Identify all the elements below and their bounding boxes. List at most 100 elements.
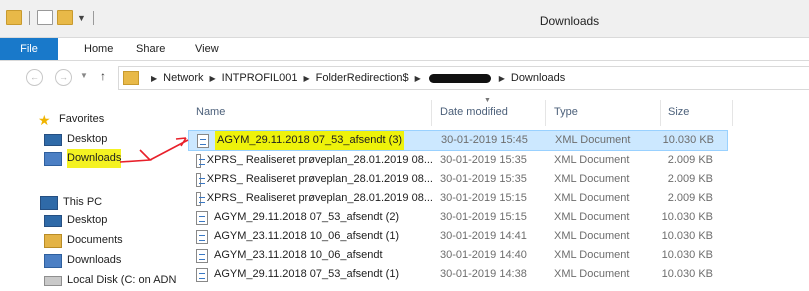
breadcrumb-network[interactable]: Network (163, 72, 203, 84)
file-date: 30-01-2019 14:40 (440, 249, 527, 261)
column-divider[interactable] (660, 100, 661, 126)
xml-file-icon (196, 153, 205, 168)
nav-pc-downloads[interactable]: Downloads (44, 251, 121, 270)
file-date: 30-01-2019 15:15 (440, 192, 527, 204)
file-name-cell: AGYM_29.11.2018 07_53_afsendt (2) (188, 208, 433, 227)
file-name-cell: XPRS_ Realiseret prøveplan_28.01.2019 08… (188, 189, 433, 208)
file-size: 10.030 KB (661, 230, 713, 242)
xml-file-icon (196, 172, 205, 187)
xml-file-icon (196, 248, 208, 263)
column-header-date[interactable]: Date modified (440, 97, 508, 127)
file-date: 30-01-2019 15:15 (440, 211, 527, 223)
file-size: 10.030 KB (661, 249, 713, 261)
file-size: 2.009 KB (667, 173, 713, 185)
file-date: 30-01-2019 15:35 (440, 173, 527, 185)
nav-downloads[interactable]: Downloads (44, 149, 122, 168)
column-header-size[interactable]: Size (668, 97, 689, 127)
xml-file-icon (196, 191, 205, 206)
breadcrumb-separator-icon[interactable]: ▶ (151, 74, 157, 83)
xml-file-icon (196, 267, 208, 282)
address-row: ← → ▼ ↑ ▶ Network ▶ INTPROFIL001 ▶ Folde… (0, 62, 809, 92)
nav-pc-desktop[interactable]: Desktop (44, 211, 107, 230)
drive-icon (44, 275, 62, 286)
file-row[interactable]: AGYM_23.11.2018 10_06_afsendt 30-01-2019… (188, 246, 728, 265)
nav-pc-documents[interactable]: Documents (44, 231, 123, 250)
nav-label: Documents (67, 234, 123, 246)
redacted-username (428, 73, 491, 83)
title-bar: ▼ Downloads (0, 0, 809, 38)
location-icon (123, 71, 139, 85)
file-name-cell: AGYM_23.11.2018 10_06_afsendt (188, 246, 433, 265)
file-name: AGYM_29.11.2018 07_53_afsendt (1) (214, 268, 400, 280)
file-size: 10.030 KB (661, 211, 713, 223)
desktop-icon (44, 133, 62, 146)
breadcrumb-folder-redirection[interactable]: FolderRedirection$ (316, 72, 409, 84)
file-row[interactable]: XPRS_ Realiseret prøveplan_28.01.2019 08… (188, 170, 728, 189)
nav-label: Desktop (67, 214, 108, 226)
column-divider[interactable] (545, 100, 546, 126)
file-name-cell: AGYM_23.11.2018 10_06_afsendt (1) (188, 227, 433, 246)
nav-label: Desktop (67, 133, 108, 145)
navigation-pane: ★ Favorites Desktop Downloads This PC De… (0, 97, 182, 291)
window-title: Downloads (539, 14, 600, 28)
forward-button[interactable]: → (55, 69, 72, 86)
file-name-cell: AGYM_29.11.2018 07_53_afsendt (1) (188, 265, 433, 284)
breadcrumb-downloads[interactable]: Downloads (511, 72, 565, 84)
file-row[interactable]: AGYM_23.11.2018 10_06_afsendt (1) 30-01-… (188, 227, 728, 246)
column-divider[interactable] (431, 100, 432, 126)
back-button[interactable]: ← (26, 69, 43, 86)
documents-folder-icon (44, 233, 62, 248)
tab-home[interactable]: Home (84, 38, 113, 60)
file-size: 2.009 KB (667, 192, 713, 204)
nav-this-pc[interactable]: This PC (40, 193, 102, 212)
xml-file-icon (196, 229, 208, 244)
file-name-cell: XPRS_ Realiseret prøveplan_28.01.2019 08… (188, 170, 433, 189)
nav-label: This PC (63, 196, 103, 208)
up-button[interactable]: ↑ (100, 69, 106, 83)
tab-share[interactable]: Share (136, 38, 165, 60)
ribbon-tabs: File Home Share View (0, 38, 809, 61)
file-name: AGYM_23.11.2018 10_06_afsendt (214, 249, 383, 261)
column-header-name[interactable]: Name (196, 97, 225, 127)
tab-view[interactable]: View (195, 38, 219, 60)
file-name: AGYM_29.11.2018 07_53_afsendt (3) (215, 131, 405, 150)
breadcrumb-separator-icon[interactable]: ▶ (499, 74, 505, 83)
file-list: AGYM_29.11.2018 07_53_afsendt (3) 30-01-… (188, 130, 728, 284)
column-divider[interactable] (732, 100, 733, 126)
breadcrumb-server[interactable]: INTPROFIL001 (222, 72, 298, 84)
file-name: AGYM_29.11.2018 07_53_afsendt (2) (214, 211, 400, 223)
file-name: XPRS_ Realiseret prøveplan_28.01.2019 08… (206, 154, 433, 166)
nav-label: Downloads (67, 254, 122, 266)
file-date: 30-01-2019 15:45 (441, 134, 528, 146)
recent-locations-chevron-icon[interactable]: ▼ (80, 71, 88, 80)
file-name: XPRS_ Realiseret prøveplan_28.01.2019 08… (206, 173, 433, 185)
nav-local-disk[interactable]: Local Disk (C: on ADN (44, 271, 182, 290)
computer-icon (40, 195, 58, 210)
nav-label: Downloads (67, 149, 122, 168)
nav-desktop[interactable]: Desktop (44, 130, 107, 149)
file-date: 30-01-2019 14:38 (440, 268, 527, 280)
breadcrumb-separator-icon[interactable]: ▶ (303, 74, 309, 83)
nav-label: Local Disk (C: on ADN (67, 274, 177, 286)
file-row[interactable]: XPRS_ Realiseret prøveplan_28.01.2019 08… (188, 189, 728, 208)
file-size: 2.009 KB (667, 154, 713, 166)
file-name-cell: XPRS_ Realiseret prøveplan_28.01.2019 08… (188, 151, 433, 170)
file-name: XPRS_ Realiseret prøveplan_28.01.2019 08… (206, 192, 433, 204)
file-row[interactable]: XPRS_ Realiseret prøveplan_28.01.2019 08… (188, 151, 728, 170)
file-row[interactable]: AGYM_29.11.2018 07_53_afsendt (2) 30-01-… (188, 208, 728, 227)
nav-favorites[interactable]: ★ Favorites (38, 110, 104, 129)
file-name: AGYM_23.11.2018 10_06_afsendt (1) (214, 230, 400, 242)
tab-file[interactable]: File (0, 38, 58, 60)
file-row-selected[interactable]: AGYM_29.11.2018 07_53_afsendt (3) 30-01-… (188, 130, 728, 151)
breadcrumb-separator-icon[interactable]: ▶ (210, 74, 216, 83)
address-bar[interactable]: ▶ Network ▶ INTPROFIL001 ▶ FolderRedirec… (118, 66, 809, 90)
downloads-folder-icon (44, 253, 62, 268)
xml-file-icon (197, 133, 209, 148)
desktop-icon (44, 214, 62, 227)
file-name-cell: AGYM_29.11.2018 07_53_afsendt (3) (189, 131, 434, 150)
file-date: 30-01-2019 15:35 (440, 154, 527, 166)
column-header-type[interactable]: Type (554, 97, 578, 127)
breadcrumb-separator-icon[interactable]: ▶ (415, 74, 421, 83)
nav-label: Favorites (59, 113, 105, 125)
file-row[interactable]: AGYM_29.11.2018 07_53_afsendt (1) 30-01-… (188, 265, 728, 284)
